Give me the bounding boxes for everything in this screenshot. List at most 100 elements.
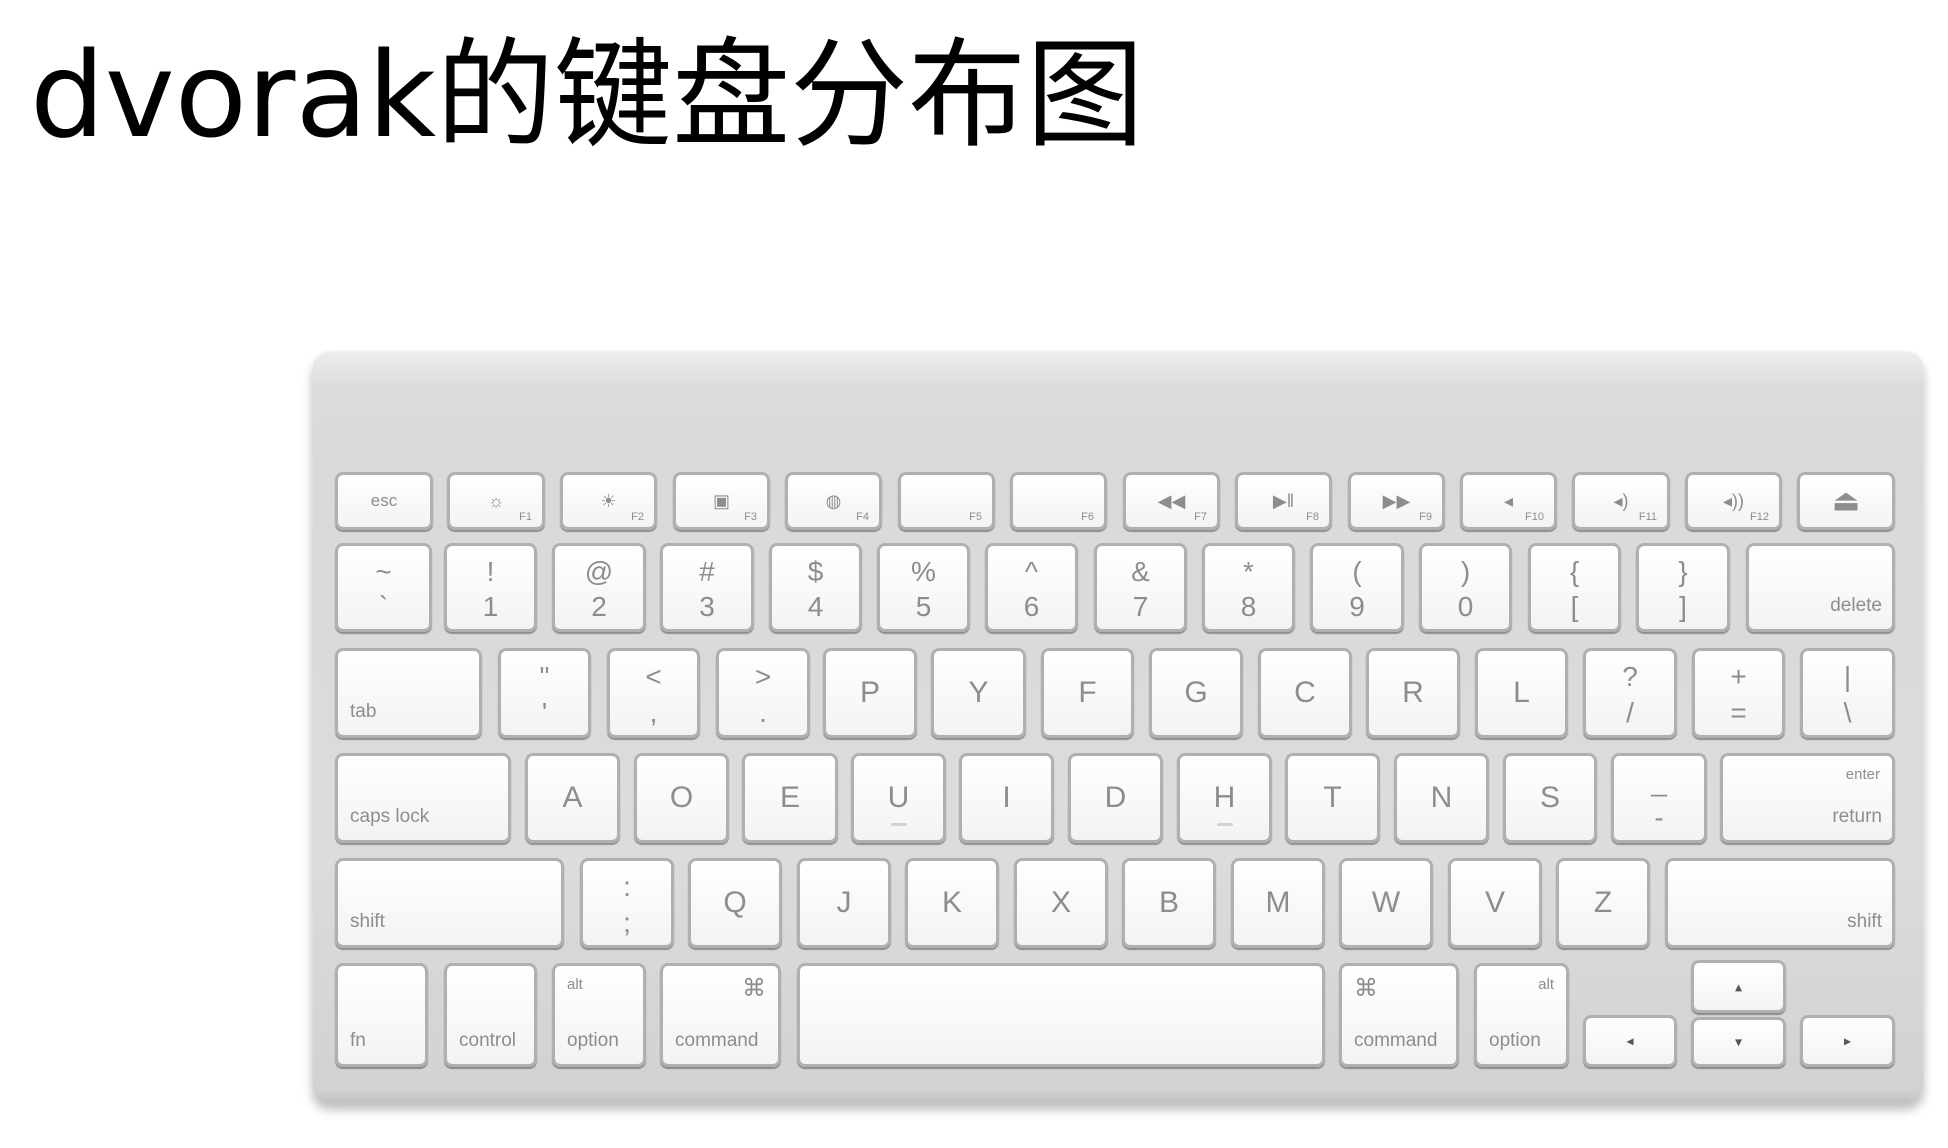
key-z[interactable]: Z (1556, 858, 1650, 948)
key-f12[interactable]: ◂)) F12 (1685, 472, 1782, 530)
key-f8[interactable]: ▶ǁ F8 (1235, 472, 1332, 530)
key-6[interactable]: ^ 6 (985, 543, 1078, 632)
key-caps-lock[interactable]: caps lock (335, 753, 511, 843)
key-o[interactable]: O (634, 753, 729, 843)
key-3[interactable]: #3 (660, 543, 754, 632)
key-1[interactable]: ! 1 (444, 543, 537, 632)
key-label: Q (723, 886, 747, 919)
key-symbol[interactable]: ~ ` (335, 543, 432, 632)
key-label: shift (350, 911, 385, 932)
key-esc[interactable]: esc (335, 472, 433, 530)
key-r[interactable]: R (1366, 648, 1460, 738)
key-0[interactable]: ) 0 (1419, 543, 1512, 632)
key-m[interactable]: M (1231, 858, 1325, 948)
key-symbol[interactable]: >. (716, 648, 810, 738)
key-q[interactable]: Q (688, 858, 782, 948)
key-symbol[interactable]: | \ (1800, 648, 1895, 738)
key-space[interactable] (797, 963, 1325, 1067)
key-label: esc (370, 491, 398, 510)
key-return-right[interactable]: return enter (1720, 753, 1895, 843)
shift-symbol-label: { (1569, 556, 1580, 587)
fast-forward-icon: ▶▶ (1382, 491, 1411, 511)
key-d[interactable]: D (1068, 753, 1163, 843)
key-label: P (859, 676, 880, 709)
fn-number-label: F1 (519, 511, 532, 523)
page-title: dvorak的键盘分布图 (30, 26, 1145, 164)
key-fn[interactable]: fn (335, 963, 428, 1067)
shift-symbol-label: % (911, 556, 936, 587)
base-symbol-label: 5 (915, 591, 932, 622)
eject-icon: ⏏ (1831, 484, 1861, 518)
key-k[interactable]: K (905, 858, 999, 948)
key-s[interactable]: S (1503, 753, 1597, 843)
key-symbol[interactable]: }] (1636, 543, 1730, 632)
key-e[interactable]: E (742, 753, 838, 843)
key-arrow-up[interactable]: ▴ (1691, 960, 1786, 1013)
key-option-right[interactable]: option alt (1474, 963, 1569, 1067)
key-p[interactable]: P (823, 648, 917, 738)
key-option[interactable]: option alt (552, 963, 646, 1067)
key-f4[interactable]: ◍ F4 (785, 472, 882, 530)
fn-number-label: F11 (1638, 511, 1657, 523)
key-tab[interactable]: tab (335, 648, 482, 738)
key-a[interactable]: A (525, 753, 620, 843)
key-l[interactable]: L (1475, 648, 1568, 738)
key-symbol[interactable]: _ - (1611, 753, 1707, 843)
key-n[interactable]: N (1394, 753, 1489, 843)
fn-number-label: F12 (1750, 511, 1769, 523)
key-f7[interactable]: ◀◀ F7 (1123, 472, 1220, 530)
key-arrow-right[interactable]: ▸ (1800, 1015, 1895, 1067)
key-t[interactable]: T (1285, 753, 1380, 843)
key-shift[interactable]: shift (335, 858, 564, 948)
key-symbol[interactable]: :; (580, 858, 674, 948)
key-control[interactable]: control (444, 963, 537, 1067)
key-f2[interactable]: ☀ F2 (560, 472, 657, 530)
fn-number-label: F4 (856, 511, 869, 523)
command-icon: ⌘ (742, 975, 766, 1002)
base-symbol-label: / (1626, 697, 1634, 728)
key-c[interactable]: C (1258, 648, 1352, 738)
key-7[interactable]: & 7 (1094, 543, 1187, 632)
key-9[interactable]: (9 (1310, 543, 1404, 632)
key-label: G (1184, 676, 1208, 709)
key-symbol[interactable]: ? / (1583, 648, 1677, 738)
key-command[interactable]: command ⌘ (660, 963, 781, 1067)
key-symbol[interactable]: {[ (1528, 543, 1621, 632)
key-eject[interactable]: ⏏ (1797, 472, 1895, 530)
key-arrow-down[interactable]: ▾ (1691, 1017, 1786, 1067)
key-symbol[interactable]: + = (1692, 648, 1785, 738)
key-5[interactable]: % 5 (877, 543, 970, 632)
key-x[interactable]: X (1014, 858, 1108, 948)
key-delete-right[interactable]: delete (1746, 543, 1895, 632)
key-label: B (1158, 886, 1179, 919)
key-f[interactable]: F (1041, 648, 1134, 738)
key-8[interactable]: * 8 (1202, 543, 1295, 632)
key-f1[interactable]: ☼ F1 (447, 472, 545, 530)
key-f11[interactable]: ◂) F11 (1572, 472, 1670, 530)
key-i[interactable]: I (959, 753, 1054, 843)
key-v[interactable]: V (1448, 858, 1542, 948)
key-f6[interactable]: F6 (1010, 472, 1107, 530)
key-w[interactable]: W (1339, 858, 1433, 948)
shift-symbol-label: " (539, 661, 550, 692)
key-symbol[interactable]: " ' (498, 648, 591, 738)
key-label: F (1078, 676, 1097, 709)
key-command-right[interactable]: command ⌘ (1339, 963, 1459, 1067)
key-symbol[interactable]: <, (607, 648, 700, 738)
key-h[interactable]: H (1177, 753, 1272, 843)
key-j[interactable]: J (797, 858, 891, 948)
fn-number-label: F8 (1306, 511, 1319, 523)
key-u[interactable]: U (851, 753, 946, 843)
key-label: shift (1847, 911, 1882, 932)
key-f9[interactable]: ▶▶ F9 (1348, 472, 1445, 530)
key-shift-right[interactable]: shift (1665, 858, 1895, 948)
key-2[interactable]: @2 (552, 543, 646, 632)
key-b[interactable]: B (1122, 858, 1216, 948)
key-f10[interactable]: ◂ F10 (1460, 472, 1557, 530)
key-f3[interactable]: ▣ F3 (673, 472, 770, 530)
key-4[interactable]: $4 (769, 543, 862, 632)
key-y[interactable]: Y (931, 648, 1026, 738)
key-f5[interactable]: F5 (898, 472, 995, 530)
key-arrow-left[interactable]: ◂ (1583, 1015, 1677, 1067)
key-g[interactable]: G (1149, 648, 1243, 738)
